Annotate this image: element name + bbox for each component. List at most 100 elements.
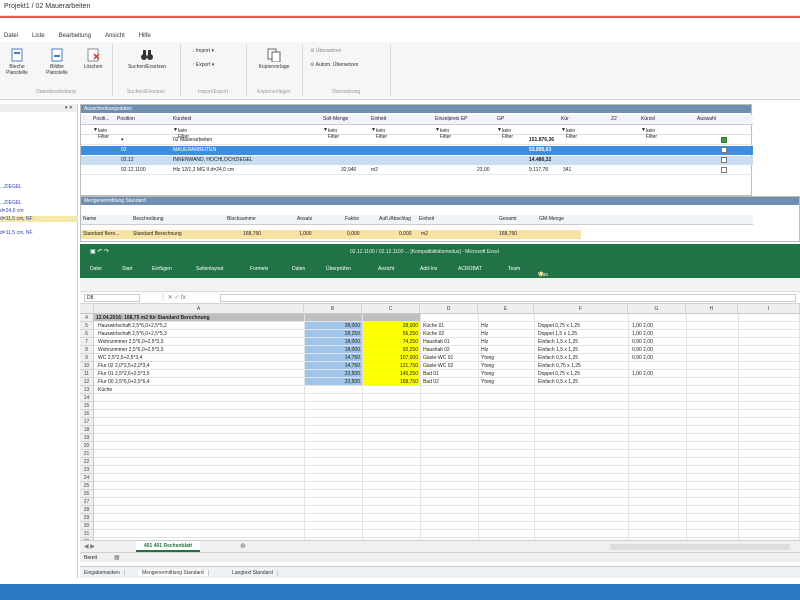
col-header[interactable]: Beschreibung [133, 216, 164, 222]
auswahl-checkbox[interactable] [721, 147, 727, 153]
col-header[interactable]: Einheit [371, 116, 386, 122]
import-button[interactable]: ↓ Import ▾ [192, 48, 214, 54]
row-header[interactable]: 14 [80, 394, 94, 402]
horizontal-scrollbar[interactable] [610, 544, 790, 550]
table-row[interactable]: 02.12.1100 Hlz 12/1,2 MG II d=24,0 cm 32… [81, 166, 753, 175]
sheet-tab-active[interactable]: 401 401 Rechenblatt [136, 541, 201, 552]
row-header[interactable]: 10 [80, 362, 94, 370]
tab-daten[interactable]: Daten [292, 266, 305, 272]
row-header[interactable]: 22 [80, 458, 94, 466]
macro-icon[interactable]: ▦ [114, 554, 120, 561]
table-row[interactable]: ▾ 02 Mauerarbeiten 151.876,36 [81, 136, 753, 145]
row-header[interactable]: 17 [80, 418, 94, 426]
row-header[interactable]: 12 [80, 378, 94, 386]
col-header[interactable]: Faktor [345, 216, 359, 222]
filter-cell[interactable]: ▼ kein Filter [93, 127, 109, 140]
col-h[interactable]: H [686, 304, 738, 314]
tab-datei[interactable]: Datei [90, 266, 102, 272]
row-header[interactable]: 6 [80, 330, 94, 338]
col-header[interactable]: Einzelpreis EP [435, 116, 468, 122]
tree-item[interactable]: ...ZIEGEL [0, 200, 22, 206]
insert-button[interactable]: Bieche Planstelle [4, 48, 30, 76]
name-box[interactable]: D8 [84, 294, 140, 302]
row-header[interactable]: 8 [80, 346, 94, 354]
row-header[interactable]: 27 [80, 498, 94, 506]
menu-datei[interactable]: Datei [4, 33, 18, 42]
auswahl-checkbox[interactable] [721, 157, 727, 163]
formula-input[interactable] [220, 294, 796, 302]
col-e[interactable]: E [478, 304, 534, 314]
col-header[interactable]: GP [497, 116, 504, 122]
menu-bearbeitung[interactable]: Bearbeitung [59, 33, 91, 42]
row-header[interactable]: 19 [80, 434, 94, 442]
col-a[interactable]: A [94, 304, 304, 314]
menu-liste[interactable]: Liste [32, 33, 45, 42]
row-header[interactable]: 4 [80, 314, 94, 322]
select-all[interactable] [80, 304, 94, 314]
row-header[interactable]: 26 [80, 490, 94, 498]
search-replace-button[interactable]: Suchen/Ersetzen [120, 48, 174, 70]
tab-team[interactable]: Team [508, 266, 520, 272]
tab-start[interactable]: Start [122, 266, 133, 272]
col-header[interactable]: Kürzel [641, 116, 655, 122]
tab-einfuegen[interactable]: Einfügen [152, 266, 172, 272]
col-header[interactable]: Kür [561, 116, 569, 122]
auswahl-checkbox[interactable] [721, 167, 727, 173]
menu-hilfe[interactable]: Hilfe [139, 33, 151, 42]
auswahl-checkbox[interactable] [721, 137, 727, 143]
col-header[interactable]: Position [117, 116, 135, 122]
row-header[interactable]: 16 [80, 410, 94, 418]
col-header[interactable]: Einheit [419, 216, 434, 222]
row-header[interactable]: 28 [80, 506, 94, 514]
col-b[interactable]: B [304, 304, 362, 314]
add-sheet-icon[interactable]: ⊕ [240, 542, 246, 550]
export-button[interactable]: ↑ Export ▾ [192, 62, 214, 68]
sheet-nav-icon[interactable]: ◀ ▶ [84, 543, 95, 550]
filter-cell[interactable]: ▼ kein Filter [641, 127, 657, 140]
filter-cell[interactable]: ▼ kein Filter [371, 127, 387, 140]
tree-item[interactable]: d=11,5 cm, NF [0, 230, 33, 236]
translate-button[interactable]: ⚙ Übersetzen [310, 48, 341, 54]
auto-translate-button[interactable]: ⚙ Autom. Übersetzen [310, 62, 358, 68]
row-header[interactable]: 24 [80, 474, 94, 482]
filter-cell[interactable]: ▼ kein Filter [173, 127, 189, 140]
col-header[interactable]: Aufl./Abschlag [379, 216, 411, 222]
col-header[interactable]: Positi... [93, 116, 109, 122]
col-f[interactable]: F [534, 304, 628, 314]
tree-item[interactable]: d=24,0 cm [0, 208, 24, 214]
filter-cell[interactable]: ▼ kein Filter [323, 127, 339, 140]
row-header[interactable]: 21 [80, 450, 94, 458]
tab-ansicht[interactable]: Ansicht [378, 266, 394, 272]
tab-acrobat[interactable]: ACROBAT [458, 266, 482, 272]
filter-cell[interactable]: ▼ kein Filter [435, 127, 451, 140]
col-header[interactable]: Blocksumme [227, 216, 256, 222]
tab-addins[interactable]: Add-Ins [420, 266, 437, 272]
row-header[interactable]: 7 [80, 338, 94, 346]
tree-item-selected[interactable]: d=11,5 cm, NF [0, 216, 78, 222]
row-header[interactable]: 23 [80, 466, 94, 474]
col-header[interactable]: Ansatz [297, 216, 312, 222]
tab-seitenlayout[interactable]: Seitenlayout [196, 266, 224, 272]
row-header[interactable]: 9 [80, 354, 94, 362]
row-header[interactable]: 30 [80, 522, 94, 530]
col-header[interactable]: Soll-Menge [323, 116, 348, 122]
col-i[interactable]: I [738, 304, 800, 314]
row-header[interactable]: 25 [80, 482, 94, 490]
filter-cell[interactable]: ▼ kein Filter [561, 127, 577, 140]
row-header[interactable]: 15 [80, 402, 94, 410]
tab-ueberpruefen[interactable]: Überprüfen [326, 266, 351, 272]
col-header[interactable]: GM-Menge [539, 216, 564, 222]
filter-cell[interactable]: ▼ kein Filter [497, 127, 513, 140]
col-header[interactable]: Name [83, 216, 96, 222]
row-header[interactable]: 18 [80, 426, 94, 434]
row-header[interactable]: 13 [80, 386, 94, 394]
col-header[interactable]: Kurztext [173, 116, 191, 122]
table-row[interactable]: 02.12 INNENWAND, HOCHLOCHZIEGEL 14.480,3… [81, 156, 753, 165]
col-header[interactable]: Gesamt [499, 216, 517, 222]
quantity-row-selected[interactable]: Standard Bere... Standard Berechnung 168… [81, 230, 581, 239]
row-header[interactable]: 11 [80, 370, 94, 378]
table-row-selected[interactable]: 02 MAUERARBEITEN 53.895,03 [81, 146, 753, 155]
image-button[interactable]: Bildbe Planstelle [44, 48, 70, 76]
delete-button[interactable]: Löschen [80, 48, 106, 70]
expand-icon[interactable]: ▾ [121, 137, 124, 143]
